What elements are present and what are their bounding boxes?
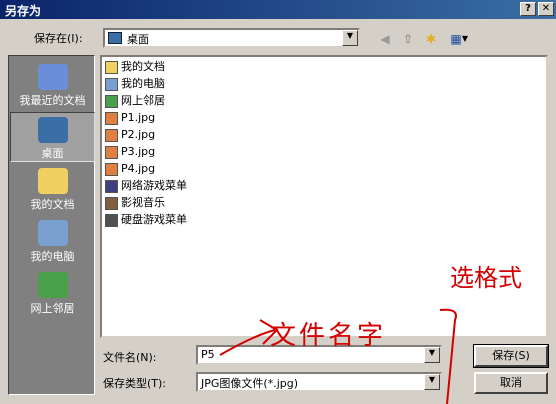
recent-documents-icon: [37, 64, 68, 90]
places-item[interactable]: 我最近的文档: [10, 60, 95, 110]
chevron-down-icon[interactable]: ▼: [461, 30, 469, 48]
filename-label: 文件名(N):: [103, 351, 157, 364]
file-list-item[interactable]: P4.jpg: [105, 161, 155, 177]
help-button[interactable]: ?: [520, 2, 536, 16]
arrow-left-annotation: [219, 319, 279, 356]
image-file-icon: [105, 128, 118, 142]
save-in-label: 保存在(I):: [34, 32, 83, 45]
file-name: 我的电脑: [121, 77, 165, 90]
arrow-down-annotation: [439, 308, 457, 404]
file-list[interactable]: 我的文档我的电脑网上邻居 P1.jpg P2.jpg P3.jpg P4.jpg 网络游戏…: [100, 55, 548, 338]
annotation-choose-format: 选格式: [450, 264, 522, 292]
file-name: 影视音乐: [121, 196, 165, 209]
file-name: P2.jpg: [121, 128, 156, 141]
title-bar: 另存为 ? ✕: [0, 0, 556, 19]
chevron-down-icon[interactable]: ▼: [342, 30, 358, 46]
my-computer-icon: [37, 220, 68, 246]
shortcut-icon: [105, 179, 118, 193]
save-in-value: 桌面: [127, 33, 149, 46]
desktop-icon: [37, 117, 68, 143]
file-list-item[interactable]: 网上邻居: [105, 93, 165, 109]
file-name: 我的文档: [121, 60, 165, 73]
close-button[interactable]: ✕: [538, 2, 554, 16]
shortcut-icon: [105, 196, 118, 210]
file-list-item[interactable]: P3.jpg: [105, 144, 155, 160]
places-item[interactable]: 桌面: [10, 112, 95, 162]
places-item-label: 我最近的文档: [19, 94, 86, 107]
file-list-item[interactable]: P1.jpg: [105, 110, 155, 126]
file-name: P3.jpg: [121, 145, 156, 158]
file-name: 网上邻居: [121, 94, 165, 107]
places-item-label: 网上邻居: [30, 302, 75, 315]
filename-value: P5: [201, 348, 215, 361]
places-item[interactable]: 我的电脑: [10, 216, 95, 266]
places-item[interactable]: 我的文档: [10, 164, 95, 214]
folder-icon: [105, 60, 118, 74]
my-documents-icon: [37, 168, 68, 194]
new-folder-icon[interactable]: ✱: [421, 30, 441, 48]
file-name: 网络游戏菜单: [121, 179, 187, 192]
network-icon: [37, 272, 68, 298]
up-folder-icon[interactable]: ⇧: [398, 30, 418, 48]
save-in-combo[interactable]: 桌面 ▼: [103, 28, 360, 48]
cancel-button[interactable]: 取消: [474, 372, 548, 394]
image-file-icon: [105, 162, 118, 176]
filetype-label: 保存类型(T):: [103, 377, 167, 390]
file-list-item[interactable]: 影视音乐: [105, 195, 165, 211]
desktop-icon: [108, 32, 122, 44]
file-name: P4.jpg: [121, 162, 156, 175]
places-item[interactable]: 网上邻居: [10, 268, 95, 318]
file-name: 硬盘游戏菜单: [121, 213, 187, 226]
file-list-item[interactable]: 网络游戏菜单: [105, 178, 187, 194]
computer-icon: [105, 77, 118, 91]
file-name: P1.jpg: [121, 111, 156, 124]
file-list-item[interactable]: 硬盘游戏菜单: [105, 212, 187, 228]
places-item-label: 我的文档: [30, 198, 75, 211]
back-icon[interactable]: ◀: [375, 30, 395, 48]
network-icon: [105, 94, 118, 108]
file-list-item[interactable]: 我的文档: [105, 59, 165, 75]
shortcut-icon: [105, 213, 118, 227]
places-item-label: 我的电脑: [30, 250, 75, 263]
image-file-icon: [105, 111, 118, 125]
file-list-item[interactable]: P2.jpg: [105, 127, 155, 143]
places-bar: 我最近的文档 桌面我的文档我的电脑网上邻居: [8, 55, 95, 395]
places-item-label: 桌面: [41, 147, 64, 160]
annotation-arrows: [219, 308, 457, 404]
file-list-item[interactable]: 我的电脑: [105, 76, 165, 92]
save-button[interactable]: 保存(S): [473, 344, 549, 368]
image-file-icon: [105, 145, 118, 159]
window-title: 另存为: [5, 4, 42, 18]
